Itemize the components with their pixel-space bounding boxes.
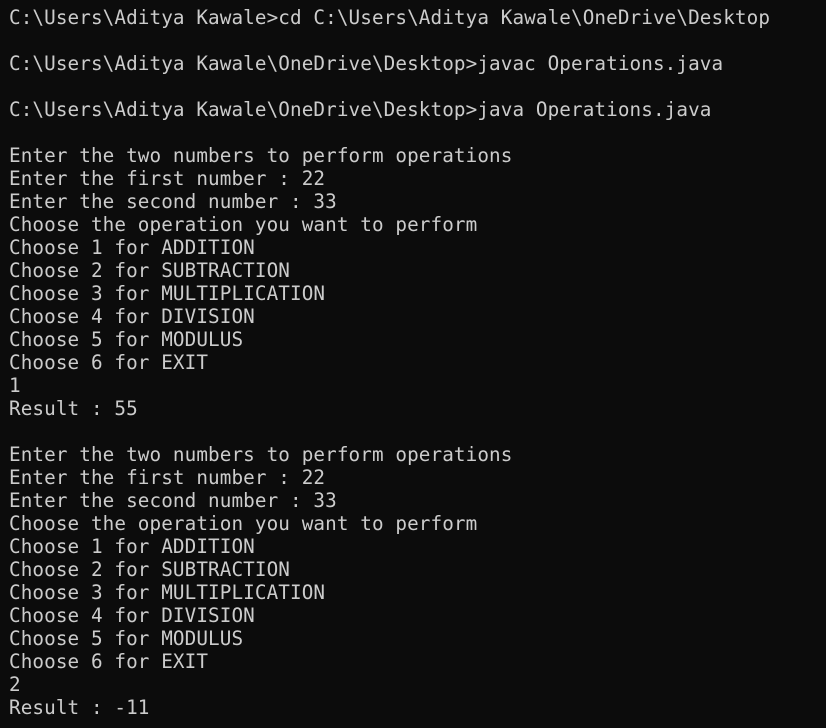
output-line: Choose 2 for SUBTRACTION <box>9 558 290 581</box>
output-line: Choose 3 for MULTIPLICATION <box>9 581 326 604</box>
output-line: Choose 5 for MODULUS <box>9 627 244 650</box>
output-line: Choose 6 for EXIT <box>9 351 209 374</box>
output-line: Choose 6 for EXIT <box>9 650 209 673</box>
command-line-java: C:\Users\Aditya Kawale\OneDrive\Desktop>… <box>9 98 712 121</box>
output-line: Choose 2 for SUBTRACTION <box>9 259 290 282</box>
terminal-window[interactable]: C:\Users\Aditya Kawale>cd C:\Users\Adity… <box>0 0 826 728</box>
output-line: Enter the first number : 22 <box>9 466 326 489</box>
output-line: Enter the first number : 22 <box>9 167 326 190</box>
result-line: Result : 55 <box>9 397 138 420</box>
output-line: Choose 4 for DIVISION <box>9 305 255 328</box>
output-line: Choose the operation you want to perform <box>9 213 478 236</box>
output-line: Choose 3 for MULTIPLICATION <box>9 282 326 305</box>
output-line: Choose 5 for MODULUS <box>9 328 244 351</box>
command-line-javac: C:\Users\Aditya Kawale\OneDrive\Desktop>… <box>9 52 724 75</box>
result-line: Result : -11 <box>9 696 150 719</box>
output-line: Choose the operation you want to perform <box>9 512 478 535</box>
output-line: Choose 1 for ADDITION <box>9 535 255 558</box>
output-line: Enter the two numbers to perform operati… <box>9 144 513 167</box>
user-input-line: 2 <box>9 673 21 696</box>
output-line: Enter the second number : 33 <box>9 190 337 213</box>
output-line: Choose 1 for ADDITION <box>9 236 255 259</box>
user-input-line: 1 <box>9 374 21 397</box>
output-line: Choose 4 for DIVISION <box>9 604 255 627</box>
command-line-cd: C:\Users\Aditya Kawale>cd C:\Users\Adity… <box>9 6 771 29</box>
output-line: Enter the two numbers to perform operati… <box>9 443 513 466</box>
output-line: Enter the second number : 33 <box>9 489 337 512</box>
